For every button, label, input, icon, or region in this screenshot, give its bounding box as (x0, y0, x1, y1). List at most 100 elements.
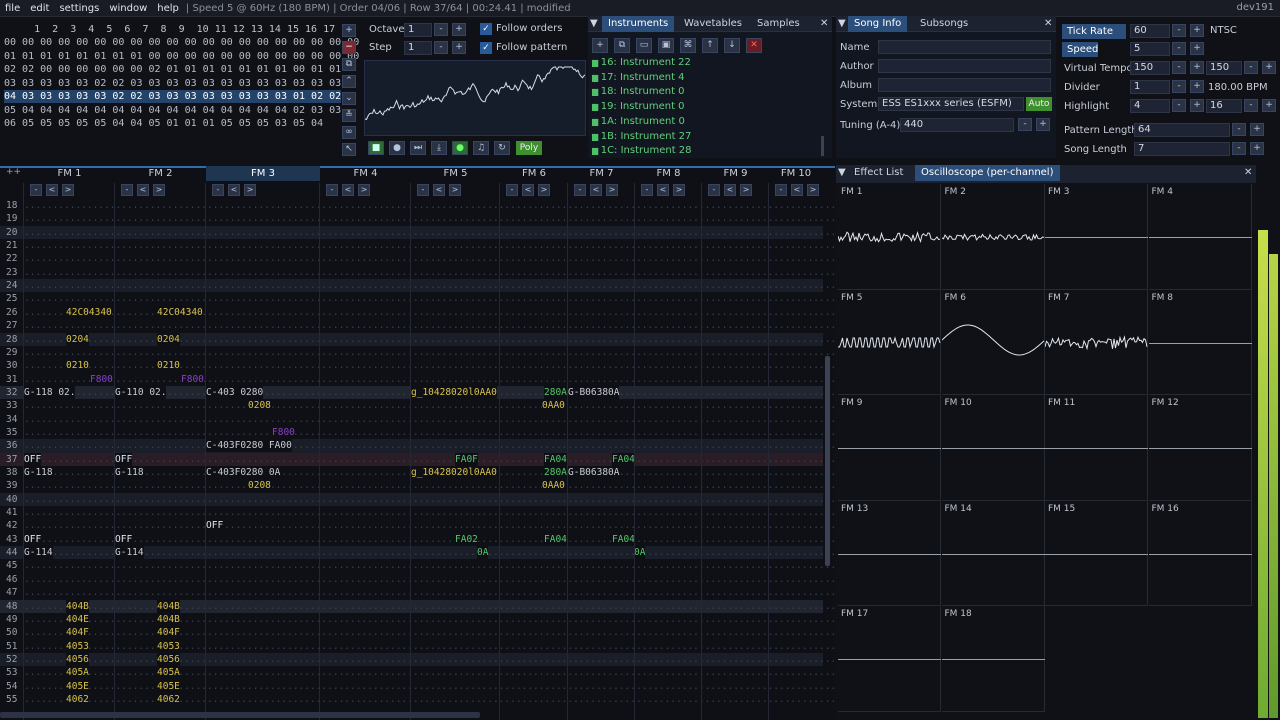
save-icon[interactable]: ▣ (658, 38, 674, 53)
pattern-row[interactable]: ........................................… (0, 359, 835, 373)
pattern-cell[interactable]: 0208 (248, 479, 271, 493)
link-icon[interactable]: ∞ (342, 126, 356, 139)
pattern-cell[interactable]: 404E (66, 612, 89, 626)
pattern-row[interactable]: ........................................… (0, 452, 835, 466)
pattern-cell[interactable]: 0AA0 (542, 479, 565, 493)
pattern-row[interactable]: ........................................… (0, 479, 835, 493)
channel-header[interactable]: FM 3 (206, 166, 320, 181)
pattern-row[interactable]: ........................................… (0, 199, 835, 212)
pattern-row[interactable]: ........................................… (0, 532, 835, 546)
channel-header[interactable]: FM 8 (635, 166, 702, 181)
pattern-row[interactable]: ........................................… (0, 692, 835, 706)
collapse-icon[interactable]: ▼ (588, 16, 598, 32)
pattern-scrollbar[interactable] (825, 356, 830, 566)
tuning-minus-button[interactable]: - (1018, 118, 1032, 131)
step-minus-button[interactable]: - (434, 41, 448, 54)
pattern-cell[interactable]: 404B (157, 612, 180, 626)
expand-column-icon[interactable]: > (807, 184, 819, 196)
pattern-cell[interactable]: FA02 (455, 532, 478, 546)
pattern-row[interactable]: ........................................… (0, 372, 835, 386)
pattern-row[interactable]: ........................................… (0, 252, 835, 265)
collapse-column-icon[interactable]: - (417, 184, 429, 196)
pattern-cell[interactable]: FA04 (544, 532, 567, 546)
expand-column-icon[interactable]: > (244, 184, 256, 196)
pattern-row[interactable]: ........................................… (0, 612, 835, 626)
collapse-icon[interactable]: ▼ (836, 16, 846, 32)
song-length-input[interactable]: 7 (1134, 142, 1230, 156)
tab-subsongs[interactable]: Subsongs (914, 16, 974, 32)
instrument-item[interactable]: ▆ 17: Instrument 4 (592, 71, 685, 85)
pattern-cell[interactable]: 42C04340 (157, 305, 203, 319)
delete-icon[interactable]: ✕ (746, 38, 762, 53)
collapse-column-icon[interactable]: - (212, 184, 224, 196)
pattern-cell[interactable]: 4062 (66, 692, 89, 706)
step-plus-button[interactable]: + (452, 41, 466, 54)
pattern-row[interactable]: ........................................… (0, 425, 835, 439)
instrument-item[interactable]: ▆ 1A: Instrument 0 (592, 115, 685, 129)
menu-file[interactable]: file (0, 3, 25, 14)
virtual-tempo-input-2[interactable]: 150 (1206, 61, 1242, 75)
arrow-up-icon[interactable]: ↑ (702, 38, 718, 53)
shrink-column-icon[interactable]: < (46, 184, 58, 196)
pattern-row[interactable]: ........................................… (0, 492, 835, 507)
pattern-row[interactable]: ........................................… (0, 332, 835, 346)
stop-icon[interactable]: ■ (368, 141, 384, 155)
channel-header[interactable]: FM 4 (320, 166, 411, 181)
pattern-cell[interactable]: FA04 (612, 452, 635, 466)
instrument-item[interactable]: ▆ 1C: Instrument 28 (592, 144, 692, 158)
pattern-cell[interactable]: 405E (157, 679, 180, 693)
pattern-cell[interactable]: 404F (157, 626, 180, 640)
duplicate-icon[interactable]: ⧉ (614, 38, 630, 53)
divider-plus-button[interactable]: + (1190, 80, 1204, 93)
pattern-cell[interactable]: F800 (90, 372, 113, 386)
pattern-cell[interactable]: g_10428020l0AA0 (411, 385, 497, 399)
pattern-row[interactable]: ........................................… (0, 546, 835, 560)
pattern-cell[interactable]: G-B06380A (568, 466, 620, 479)
tick-rate-button[interactable]: Tick Rate (1062, 24, 1126, 39)
hl1-minus-button[interactable]: - (1172, 99, 1186, 112)
order-row[interactable]: 06 05 05 05 05 05 04 04 05 01 01 01 05 0… (4, 117, 323, 130)
instrument-item[interactable]: ▆ 18: Instrument 0 (592, 85, 685, 99)
pattern-row[interactable]: ........................................… (0, 652, 835, 667)
collapse-column-icon[interactable]: - (506, 184, 518, 196)
collapse-column-icon[interactable]: - (708, 184, 720, 196)
pattern-cell[interactable]: OFF (115, 452, 133, 466)
hl1-plus-button[interactable]: + (1190, 99, 1204, 112)
pattern-row[interactable]: ........................................… (0, 639, 835, 653)
pattern-cell[interactable]: FA0F (455, 452, 478, 466)
menu-settings[interactable]: settings (54, 3, 104, 14)
arrow-down-icon[interactable]: ↓ (724, 38, 740, 53)
pattern-cell[interactable]: 4062 (157, 692, 180, 706)
scrollbar[interactable] (821, 136, 824, 156)
pattern-row[interactable]: ........................................… (0, 626, 835, 640)
pattern-cell[interactable]: 405A (157, 666, 180, 680)
pattern-cell[interactable]: C-403F0280 FA00 (206, 439, 292, 453)
channel-header[interactable]: FM 1 (24, 166, 115, 181)
cursor-icon[interactable]: ↖ (342, 143, 356, 156)
pattern-row[interactable]: ........................................… (0, 559, 835, 572)
collapse-icon[interactable]: ▼ (836, 165, 848, 181)
play-pattern-icon[interactable]: ⤓ (431, 141, 447, 155)
shrink-column-icon[interactable]: < (342, 184, 354, 196)
pattern-cell[interactable]: 405E (66, 679, 89, 693)
pattern-cell[interactable]: OFF (206, 519, 224, 533)
tab-instruments[interactable]: Instruments (602, 16, 675, 32)
tick-rate-minus-button[interactable]: - (1172, 24, 1186, 37)
play-icon[interactable]: ● (389, 141, 405, 155)
follow-orders-checkbox[interactable]: ✓ Follow orders (480, 23, 562, 35)
instrument-item[interactable]: ▆ 16: Instrument 22 (592, 56, 691, 70)
order-row[interactable]: 03 03 03 03 03 02 02 03 03 03 03 03 03 0… (4, 77, 341, 90)
expand-column-icon[interactable]: > (606, 184, 618, 196)
channel-header[interactable]: FM 5 (411, 166, 500, 181)
channel-header[interactable]: FM 7 (568, 166, 635, 181)
poly-button[interactable]: Poly (516, 141, 542, 155)
tab-wavetables[interactable]: Wavetables (678, 16, 748, 32)
song-length-minus-button[interactable]: - (1232, 142, 1246, 155)
expand-column-icon[interactable]: > (449, 184, 461, 196)
collapse-icon[interactable]: ≚ (342, 109, 356, 122)
expand-icon[interactable]: ++ (6, 167, 21, 177)
menu-window[interactable]: window (104, 3, 152, 14)
move-up-icon[interactable]: ⌃ (342, 75, 356, 88)
tab-song-info[interactable]: Song Info (848, 16, 908, 32)
record-icon[interactable]: ● (452, 141, 468, 155)
